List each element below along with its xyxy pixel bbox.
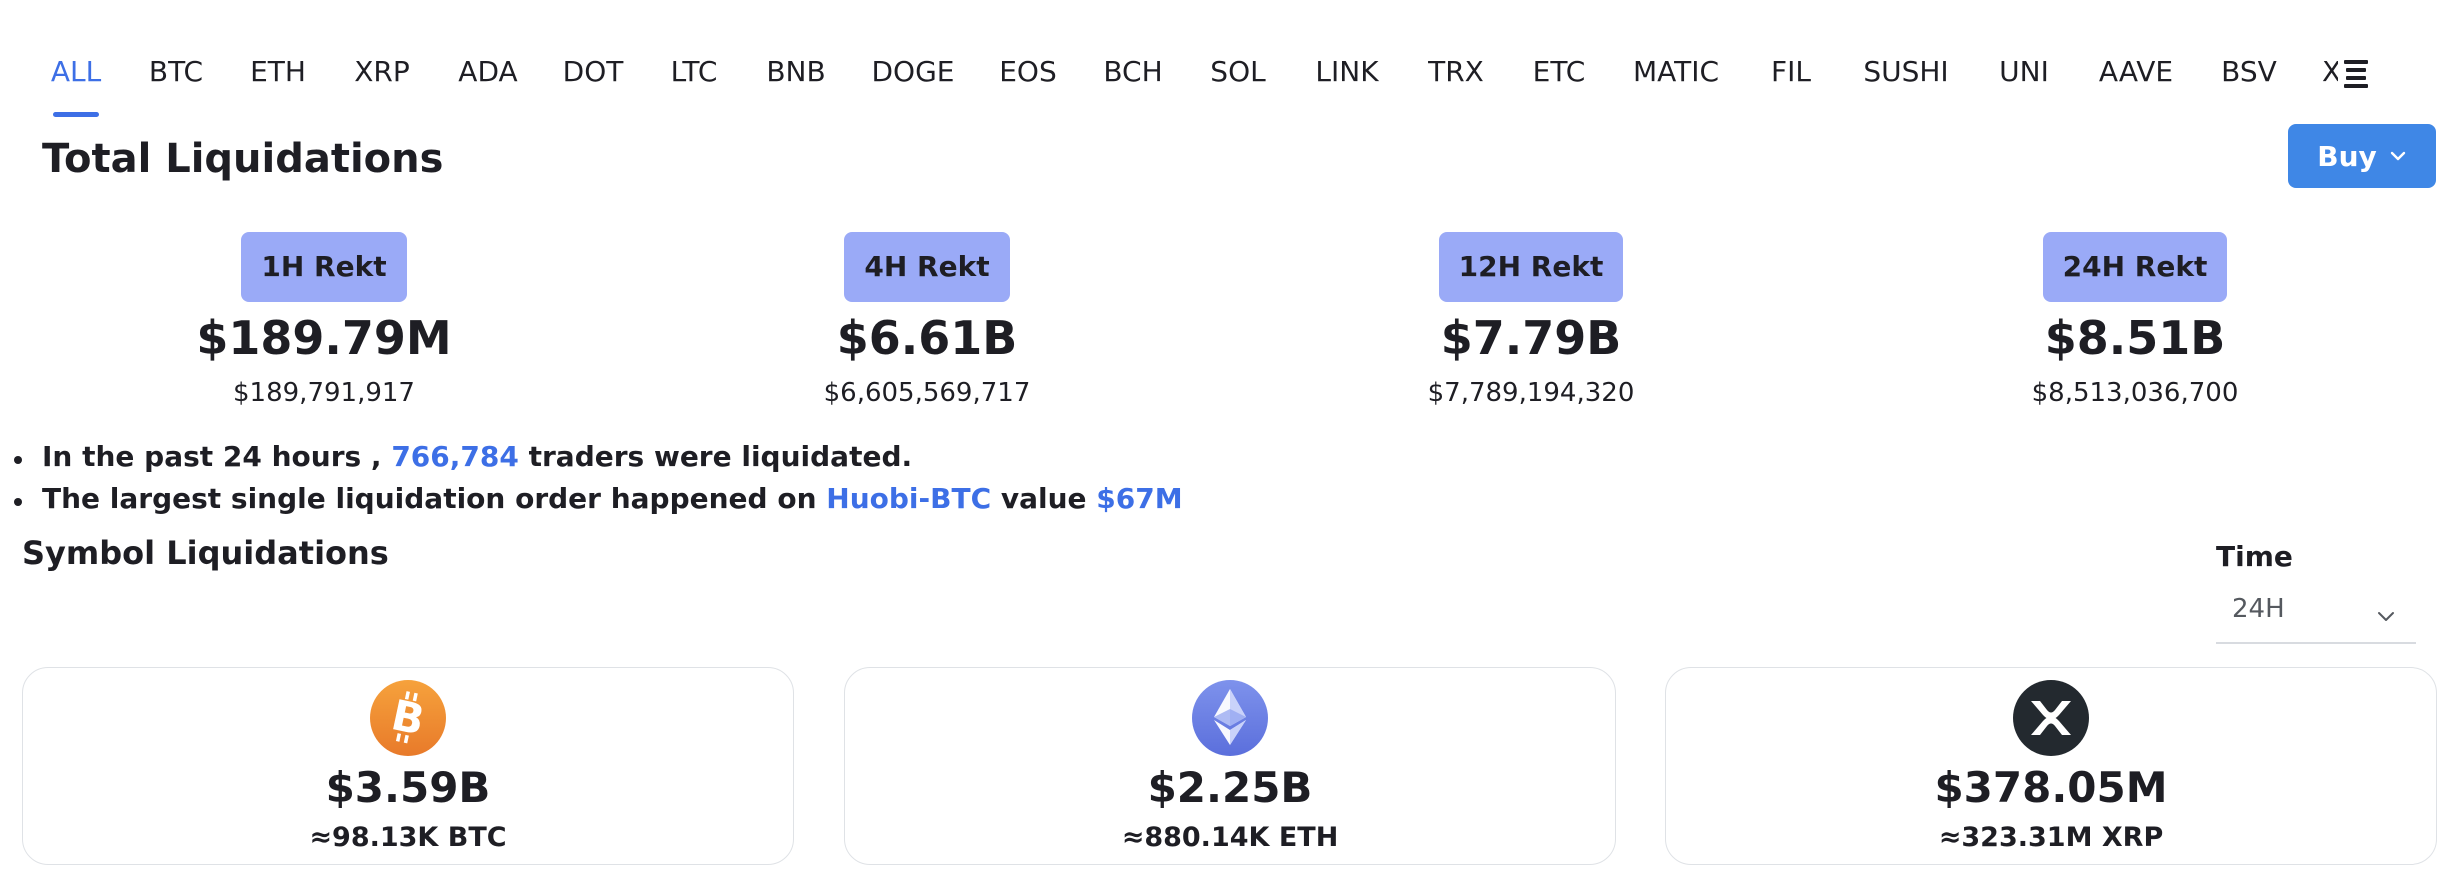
tab-all[interactable]: ALL bbox=[51, 50, 101, 94]
buy-button[interactable]: Buy bbox=[2288, 124, 2436, 188]
symbol-tabs: ALL BTC ETH XRP ADA DOT LTC BNB DOGE EOS… bbox=[0, 0, 2458, 120]
coin-value: $2.25B bbox=[1147, 763, 1313, 812]
tab-matic[interactable]: MATIC bbox=[1633, 50, 1719, 94]
coin-amount: ≈880.14K ETH bbox=[1121, 822, 1339, 853]
time-filter-label: Time bbox=[2216, 540, 2293, 573]
coin-value: $3.59B bbox=[325, 763, 491, 812]
stat-badge: 12H Rekt bbox=[1438, 232, 1624, 302]
menu-lines-icon[interactable] bbox=[2338, 58, 2372, 88]
stat-1h: 1H Rekt $189.79M $189,791,917 bbox=[74, 232, 574, 416]
stat-badge: 24H Rekt bbox=[2042, 232, 2228, 302]
largest-order-value: $67M bbox=[1096, 482, 1183, 515]
stat-value: $189.79M bbox=[196, 311, 452, 365]
time-select-value: 24H bbox=[2232, 594, 2285, 624]
ethereum-icon bbox=[1192, 680, 1268, 756]
stat-12h: 12H Rekt $7.79B $7,789,194,320 bbox=[1281, 232, 1781, 416]
stat-value: $6.61B bbox=[836, 311, 1018, 365]
tab-bnb[interactable]: BNB bbox=[766, 50, 825, 94]
tab-fil[interactable]: FIL bbox=[1771, 50, 1811, 94]
tab-ltc[interactable]: LTC bbox=[671, 50, 718, 94]
summary-text: value bbox=[991, 482, 1097, 515]
chevron-down-icon bbox=[2378, 612, 2394, 621]
summary-largest-order: The largest single liquidation order hap… bbox=[0, 478, 1183, 520]
summary-text: The largest single liquidation order hap… bbox=[42, 482, 827, 515]
tab-dot[interactable]: DOT bbox=[563, 50, 624, 94]
tab-etc[interactable]: ETC bbox=[1533, 50, 1586, 94]
tab-trx[interactable]: TRX bbox=[1428, 50, 1484, 94]
tab-doge[interactable]: DOGE bbox=[872, 50, 955, 94]
stat-exact-value: $6,605,569,717 bbox=[823, 378, 1031, 408]
stat-exact-value: $8,513,036,700 bbox=[2031, 378, 2239, 408]
coin-amount: ≈98.13K BTC bbox=[309, 822, 507, 853]
coin-card-eth[interactable]: $2.25B ≈880.14K ETH bbox=[844, 667, 1616, 865]
stat-value: $8.51B bbox=[2044, 311, 2226, 365]
summary-traders: In the past 24 hours , 766,784 traders w… bbox=[0, 436, 1183, 478]
tab-aave[interactable]: AAVE bbox=[2099, 50, 2173, 94]
tab-xrp[interactable]: XRP bbox=[354, 50, 410, 94]
buy-button-label: Buy bbox=[2317, 139, 2377, 173]
tab-btc[interactable]: BTC bbox=[149, 50, 203, 94]
section-title: Symbol Liquidations bbox=[22, 534, 389, 572]
liquidation-summary: In the past 24 hours , 766,784 traders w… bbox=[0, 436, 1183, 520]
coin-value: $378.05M bbox=[1934, 763, 2168, 812]
tab-uni[interactable]: UNI bbox=[1999, 50, 2049, 94]
tab-eth[interactable]: ETH bbox=[250, 50, 306, 94]
tab-bch[interactable]: BCH bbox=[1103, 50, 1162, 94]
stat-badge: 4H Rekt bbox=[844, 232, 1010, 302]
tab-eos[interactable]: EOS bbox=[999, 50, 1057, 94]
tab-sushi[interactable]: SUSHI bbox=[1863, 50, 1948, 94]
tab-link[interactable]: LINK bbox=[1315, 50, 1378, 94]
active-tab-indicator bbox=[53, 112, 99, 117]
tab-ada[interactable]: ADA bbox=[458, 50, 517, 94]
exchange-link[interactable]: Huobi-BTC bbox=[826, 482, 991, 515]
tab-sol[interactable]: SOL bbox=[1210, 50, 1265, 94]
coin-card-btc[interactable]: B $3.59B ≈98.13K BTC bbox=[22, 667, 794, 865]
page-title: Total Liquidations bbox=[42, 136, 444, 182]
xrp-icon bbox=[2013, 680, 2089, 756]
stat-24h: 24H Rekt $8.51B $8,513,036,700 bbox=[1885, 232, 2385, 416]
bitcoin-icon: B bbox=[370, 680, 446, 756]
chevron-down-icon bbox=[2390, 151, 2405, 161]
stat-exact-value: $189,791,917 bbox=[233, 378, 415, 408]
stat-badge: 1H Rekt bbox=[241, 232, 407, 302]
summary-text: traders were liquidated. bbox=[518, 440, 913, 473]
coin-amount: ≈323.31M XRP bbox=[1938, 822, 2164, 853]
tab-bsv[interactable]: BSV bbox=[2221, 50, 2277, 94]
stat-value: $7.79B bbox=[1440, 311, 1622, 365]
coin-card-xrp[interactable]: $378.05M ≈323.31M XRP bbox=[1665, 667, 2437, 865]
stat-4h: 4H Rekt $6.61B $6,605,569,717 bbox=[677, 232, 1177, 416]
summary-text: In the past 24 hours , bbox=[42, 440, 392, 473]
stat-exact-value: $7,789,194,320 bbox=[1427, 378, 1635, 408]
traders-count: 766,784 bbox=[391, 440, 519, 473]
time-select[interactable]: 24H bbox=[2216, 584, 2416, 644]
